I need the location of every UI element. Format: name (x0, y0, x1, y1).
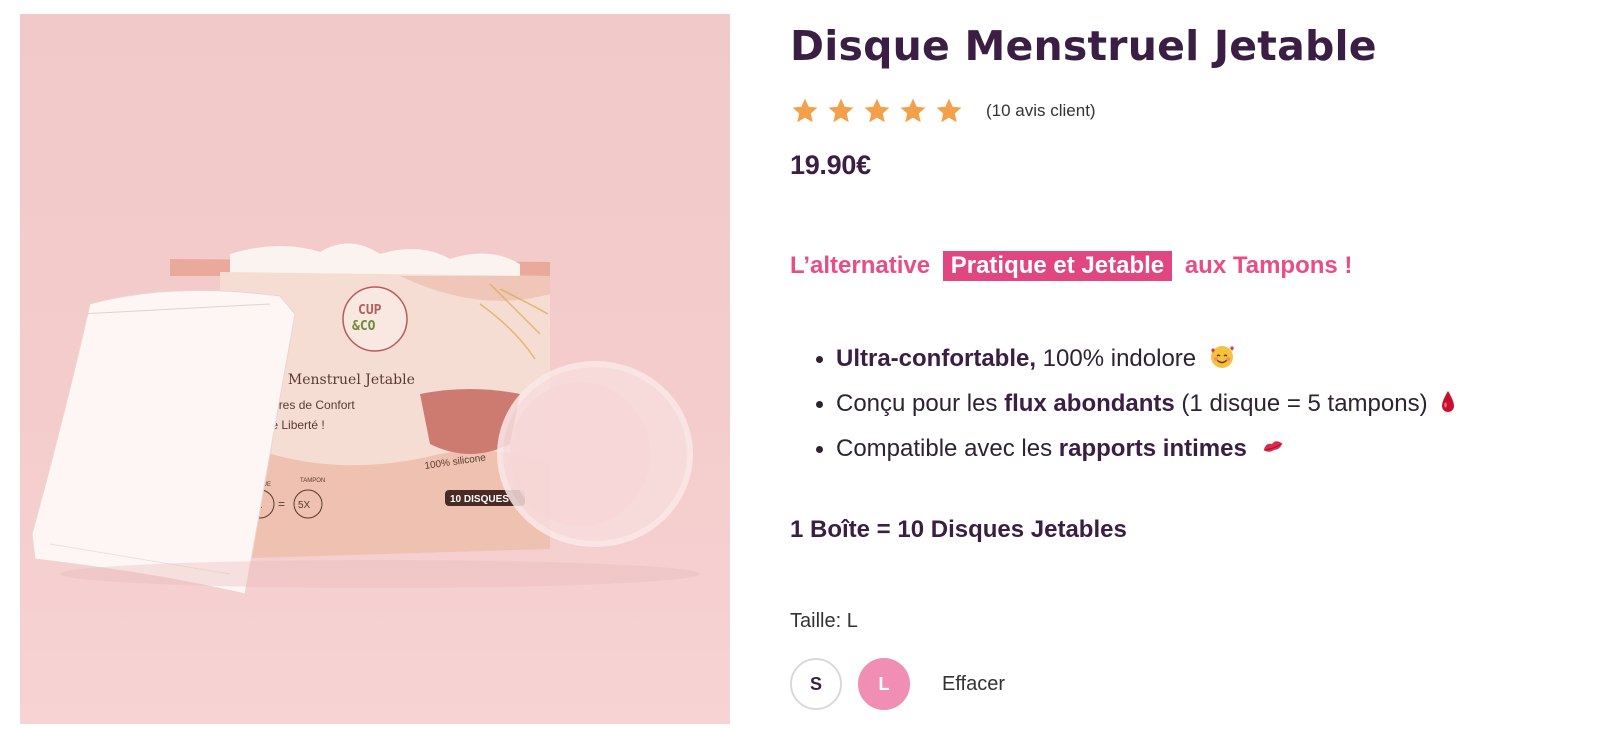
feature-pre: Compatible avec les (836, 435, 1059, 462)
product-price: 19.90€ (790, 150, 871, 180)
tagline-before: L’alternative (790, 252, 931, 279)
size-selector: S L Effacer (790, 658, 1005, 710)
size-option-l[interactable]: L (858, 658, 910, 710)
rating[interactable]: (10 avis client) (790, 96, 1096, 126)
tagline-after: aux Tampons ! (1184, 252, 1353, 279)
box-badge-text: 10 DISQUES (450, 494, 509, 505)
clear-selection-link[interactable]: Effacer (942, 673, 1005, 696)
feature-text: (1 disque = 5 tampons) (1174, 390, 1428, 417)
tagline-highlight: Pratique et Jetable (942, 251, 1173, 281)
smiling-face-with-hearts-icon (1210, 346, 1234, 368)
box-equals-sign: = (278, 497, 285, 511)
list-item: Compatible avec les rapports intimes (815, 426, 1456, 471)
feature-bold: flux abondants (1004, 390, 1175, 417)
menstrual-disc-inner (510, 382, 650, 526)
size-label: Taille: L (790, 610, 858, 632)
feature-bold: Ultra-confortable, (836, 345, 1037, 372)
product-title: Disque Menstruel Jetable (790, 22, 1377, 70)
reviews-link[interactable]: (10 avis client) (986, 101, 1096, 121)
disc-wrappers (230, 243, 520, 276)
box-logo-text-co: &CO (352, 319, 376, 334)
feature-pre: Conçu pour les (836, 390, 1005, 417)
star-icon (792, 98, 818, 123)
star-icon (828, 98, 854, 123)
box-logo-text-cup: CUP (358, 303, 382, 318)
box-contents-note: 1 Boîte = 10 Disques Jetables (790, 516, 1127, 543)
list-item: Ultra-confortable, 100% indolore (815, 336, 1456, 381)
feature-list: Ultra-confortable, 100% indolore Conçu p… (815, 336, 1456, 471)
star-icon (900, 98, 926, 123)
box-tampon-count: 5X (298, 500, 311, 511)
star-rating (790, 96, 964, 126)
drop-of-blood-icon (1442, 391, 1455, 412)
feature-bold: rapports intimes (1058, 435, 1247, 462)
product-image[interactable]: CUP &CO sque Menstruel Jetable , heures … (20, 14, 730, 724)
star-icon (864, 98, 890, 123)
tagline: L’alternative Pratique et Jetable aux Ta… (790, 251, 1353, 281)
feature-text: 100% indolore (1036, 345, 1197, 372)
list-item: Conçu pour les flux abondants (1 disque … (815, 381, 1456, 426)
box-tampon-label: TAMPON (300, 478, 325, 484)
star-icon (936, 98, 962, 123)
floor-shadow (60, 560, 700, 588)
size-option-s[interactable]: S (790, 658, 842, 710)
kiss-mark-icon (1263, 441, 1282, 452)
